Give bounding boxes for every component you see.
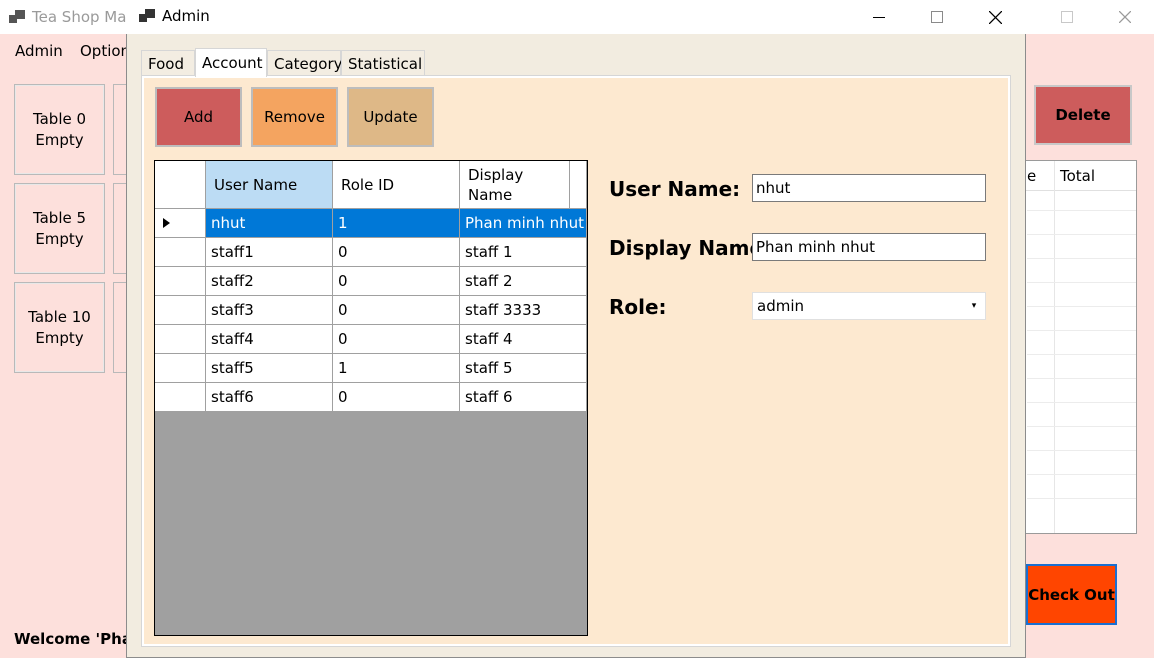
menu-admin[interactable]: Admin xyxy=(15,42,63,60)
check-out-button[interactable]: Check Out xyxy=(1026,564,1117,625)
table-name: Table 0 xyxy=(32,109,87,128)
bill-row-line xyxy=(1027,474,1136,475)
user-name-cell[interactable]: staff3 xyxy=(206,296,333,325)
column-header-role-id[interactable]: Role ID xyxy=(333,161,460,209)
role-id-cell[interactable]: 0 xyxy=(333,267,460,296)
display-name-cell[interactable]: Phan minh nhut xyxy=(460,209,587,238)
table-button[interactable] xyxy=(113,183,127,274)
main-close-icon[interactable] xyxy=(1102,0,1148,34)
current-row-arrow-icon xyxy=(163,218,170,228)
bill-row-line xyxy=(1027,258,1136,259)
bill-row-line xyxy=(1027,402,1136,403)
main-window-title: Tea Shop Man xyxy=(32,8,136,26)
role-id-cell[interactable]: 0 xyxy=(333,296,460,325)
role-id-cell[interactable]: 1 xyxy=(333,209,460,238)
bill-row-line xyxy=(1027,210,1136,211)
display-name-cell[interactable]: staff 2 xyxy=(460,267,587,296)
bill-row-line xyxy=(1027,282,1136,283)
row-header[interactable] xyxy=(155,296,206,325)
menu-option[interactable]: Option xyxy=(80,42,130,60)
display-name-cell[interactable]: staff 1 xyxy=(460,238,587,267)
role-id-cell[interactable]: 1 xyxy=(333,354,460,383)
display-name-cell[interactable]: staff 5 xyxy=(460,354,587,383)
table-button[interactable] xyxy=(113,282,127,373)
row-header[interactable] xyxy=(155,383,206,412)
grid-header-filler xyxy=(570,161,587,209)
admin-window-title: Admin xyxy=(162,7,210,25)
bill-list[interactable] xyxy=(1026,160,1137,534)
bill-row-line xyxy=(1027,426,1136,427)
tab-account[interactable]: Account xyxy=(195,48,267,77)
role-id-cell[interactable]: 0 xyxy=(333,238,460,267)
display-name-cell[interactable]: staff 4 xyxy=(460,325,587,354)
update-button[interactable]: Update xyxy=(347,87,434,147)
maximize-icon[interactable] xyxy=(914,0,960,34)
tab-food[interactable]: Food xyxy=(141,50,195,76)
role-label: Role: xyxy=(609,295,667,319)
chevron-down-icon[interactable]: ▾ xyxy=(964,294,984,318)
tab-statistical[interactable]: Statistical xyxy=(341,50,425,76)
user-name-cell[interactable]: staff4 xyxy=(206,325,333,354)
user-name-cell[interactable]: staff1 xyxy=(206,238,333,267)
table-name: Table 10 xyxy=(28,307,91,326)
row-header[interactable] xyxy=(155,238,206,267)
bill-column-header: Total xyxy=(1060,167,1096,185)
remove-button[interactable]: Remove xyxy=(251,87,338,147)
app-icon xyxy=(9,10,25,28)
table-button[interactable]: Table 10 Empty xyxy=(14,282,105,373)
role-id-cell[interactable]: 0 xyxy=(333,325,460,354)
bill-column-divider xyxy=(1054,161,1055,533)
bill-row-line xyxy=(1027,306,1136,307)
bill-row-line xyxy=(1027,234,1136,235)
bill-row-line xyxy=(1027,354,1136,355)
close-icon[interactable] xyxy=(972,0,1018,34)
display-name-cell[interactable]: staff 3333 xyxy=(460,296,587,325)
table-status: Empty xyxy=(35,229,84,248)
bill-row-line xyxy=(1027,498,1136,499)
role-select[interactable]: admin xyxy=(752,292,986,320)
tab-category[interactable]: Category xyxy=(267,50,343,76)
minimize-icon[interactable] xyxy=(856,0,902,34)
main-maximize-icon[interactable] xyxy=(1044,0,1090,34)
row-header[interactable] xyxy=(155,267,206,296)
table-name: Table 5 xyxy=(32,208,87,227)
user-name-input[interactable]: nhut xyxy=(752,174,986,202)
delete-button[interactable]: Delete xyxy=(1034,85,1132,145)
table-button[interactable]: Table 0 Empty xyxy=(14,84,105,175)
add-button[interactable]: Add xyxy=(155,87,242,147)
row-header[interactable] xyxy=(155,325,206,354)
welcome-text: Welcome 'Phan xyxy=(14,630,143,648)
grid-corner-header xyxy=(155,161,206,209)
user-name-cell[interactable]: staff2 xyxy=(206,267,333,296)
table-status: Empty xyxy=(35,328,84,347)
column-header-user-name[interactable]: User Name xyxy=(206,161,333,209)
bill-column-header: e xyxy=(1027,167,1037,185)
account-grid[interactable]: User Name Role ID Display Name nhut 1 Phan… xyxy=(154,160,588,636)
column-header-display-name[interactable]: Display Name xyxy=(460,161,570,209)
display-name-cell[interactable]: staff 6 xyxy=(460,383,587,412)
bill-row-line xyxy=(1027,450,1136,451)
user-name-cell[interactable]: nhut xyxy=(206,209,333,238)
user-name-label: User Name: xyxy=(609,177,741,201)
row-header[interactable] xyxy=(155,209,206,238)
admin-app-icon xyxy=(139,9,155,27)
display-name-input[interactable]: Phan minh nhut xyxy=(752,233,986,261)
user-name-cell[interactable]: staff6 xyxy=(206,383,333,412)
bill-row-line xyxy=(1027,330,1136,331)
role-id-cell[interactable]: 0 xyxy=(333,383,460,412)
table-button[interactable]: Table 5 Empty xyxy=(14,183,105,274)
user-name-cell[interactable]: staff5 xyxy=(206,354,333,383)
bill-row-line xyxy=(1027,378,1136,379)
table-status: Empty xyxy=(35,130,84,149)
display-name-label: Display Name: xyxy=(609,236,772,260)
row-header[interactable] xyxy=(155,354,206,383)
table-button[interactable] xyxy=(113,84,127,175)
